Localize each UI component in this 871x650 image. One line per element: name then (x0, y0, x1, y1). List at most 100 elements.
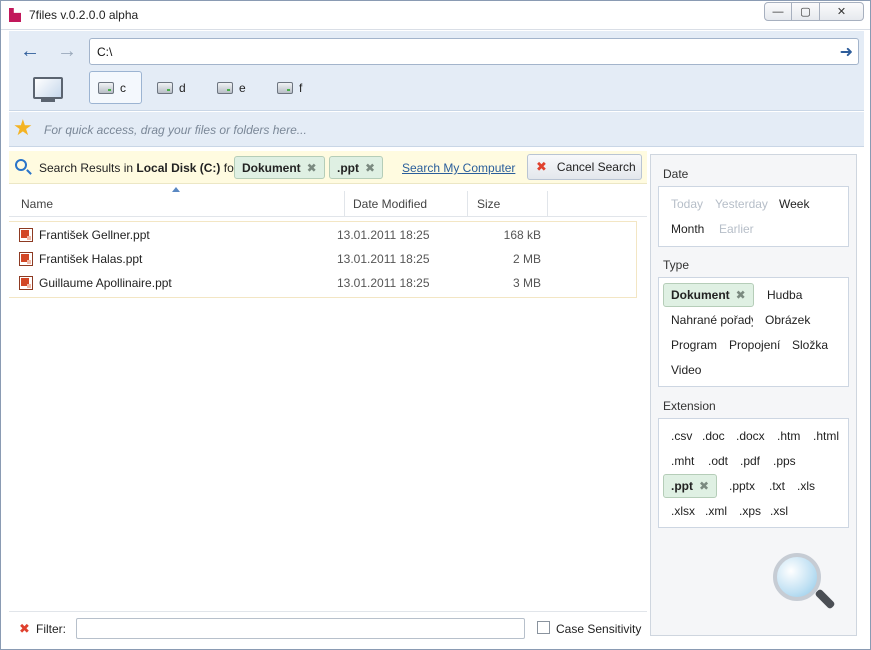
type-section-title: Type (663, 258, 690, 272)
date-option-today: Today (671, 197, 704, 211)
type-option[interactable]: Program (671, 338, 717, 352)
extension-option[interactable]: .xsl (770, 504, 788, 518)
extension-options: .csv .doc .docx .htm .html .mht .odt .pd… (658, 418, 849, 528)
remove-chip-icon[interactable]: ✖ (307, 161, 317, 175)
type-option[interactable]: Propojení (729, 338, 780, 352)
extension-option[interactable]: .xls (797, 479, 815, 493)
remove-chip-icon[interactable]: ✖ (699, 479, 709, 493)
drive-d-button[interactable]: d (157, 71, 202, 104)
search-results-bar: Search Results in Local Disk (C:) for Do… (9, 151, 647, 184)
file-date: 13.01.2011 18:25 (337, 276, 430, 290)
forward-arrow-icon[interactable]: → (56, 41, 78, 61)
column-header-date-modified[interactable]: Date Modified (353, 197, 427, 211)
extension-option[interactable]: .html (813, 429, 839, 443)
close-button[interactable]: ✕ (820, 2, 864, 21)
file-name: František Halas.ppt (39, 252, 143, 266)
filter-label: Filter: (36, 622, 66, 636)
type-option[interactable]: Obrázek (765, 313, 810, 327)
filter-input[interactable] (76, 618, 525, 639)
minimize-button[interactable]: — (764, 2, 792, 21)
date-option-month[interactable]: Month (671, 222, 704, 236)
back-arrow-icon[interactable]: ← (19, 41, 41, 61)
search-summary: Search Results in Local Disk (C:) for (39, 161, 238, 175)
cancel-search-label: Cancel Search (556, 160, 636, 174)
column-divider[interactable] (467, 191, 468, 217)
drive-bar: c d e f (9, 71, 409, 106)
column-header-size[interactable]: Size (477, 197, 500, 211)
type-option[interactable]: Hudba (767, 288, 802, 302)
column-header-name[interactable]: Name (21, 197, 53, 211)
search-my-computer-link[interactable]: Search My Computer (402, 161, 515, 175)
date-option-week[interactable]: Week (779, 197, 809, 211)
extension-option[interactable]: .odt (708, 454, 728, 468)
search-chip-ppt[interactable]: .ppt ✖ (329, 156, 384, 179)
powerpoint-file-icon (19, 276, 33, 290)
drive-icon (157, 81, 173, 94)
date-options: Today Yesterday Week Month Earlier (658, 186, 849, 247)
remove-chip-icon[interactable]: ✖ (365, 161, 375, 175)
drive-label: e (239, 80, 246, 95)
type-option[interactable]: Nahrané pořady (671, 313, 753, 327)
file-size: 3 MB (512, 276, 541, 290)
powerpoint-file-icon (19, 252, 33, 266)
drive-f-button[interactable]: f (277, 71, 322, 104)
address-bar[interactable]: C:\ ➜ (89, 38, 859, 65)
case-sensitivity-label[interactable]: Case Sensitivity (556, 622, 641, 636)
extension-option[interactable]: .csv (671, 429, 692, 443)
extension-option[interactable]: .docx (736, 429, 765, 443)
extension-option[interactable]: .xlsx (671, 504, 695, 518)
date-option-earlier: Earlier (719, 222, 754, 236)
type-option[interactable]: Video (671, 363, 701, 377)
extension-option[interactable]: .txt (769, 479, 785, 493)
search-prefix-text: Search Results in (39, 161, 134, 175)
favorites-bar[interactable]: ★ For quick access, drag your files or f… (9, 112, 864, 147)
case-sensitivity-checkbox[interactable] (537, 621, 550, 634)
extension-option[interactable]: .pptx (729, 479, 755, 493)
date-option-yesterday: Yesterday (715, 197, 768, 211)
app-window: 7files v.0.2.0.0 alpha — ▢ ✕ ← → C:\ ➜ c (0, 0, 871, 650)
clear-filter-icon[interactable]: ✖ (19, 621, 30, 637)
extension-section-title: Extension (663, 399, 716, 413)
extension-option[interactable]: .pps (773, 454, 796, 468)
extension-option[interactable]: .pdf (740, 454, 760, 468)
magnifier-icon[interactable] (773, 553, 821, 601)
search-icon (15, 159, 27, 171)
title-bar: 7files v.0.2.0.0 alpha — ▢ ✕ (1, 1, 870, 30)
extension-option[interactable]: .xml (705, 504, 727, 518)
table-row[interactable]: František Gellner.ppt 13.01.2011 18:25 1… (9, 224, 637, 246)
star-icon: ★ (13, 115, 33, 140)
filter-bar: ✖ Filter: Case Sensitivity (9, 611, 647, 644)
type-chip-dokument[interactable]: Dokument ✖ (663, 283, 754, 307)
address-text[interactable]: C:\ (97, 45, 112, 59)
extension-option[interactable]: .xps (739, 504, 761, 518)
removable-drive-icon (277, 81, 293, 94)
remove-chip-icon[interactable]: ✖ (736, 288, 746, 302)
extension-option[interactable]: .mht (671, 454, 694, 468)
table-row[interactable]: Guillaume Apollinaire.ppt 13.01.2011 18:… (9, 272, 637, 294)
windows-drive-icon (98, 81, 114, 94)
drive-icon (217, 81, 233, 94)
table-row[interactable]: František Halas.ppt 13.01.2011 18:25 2 M… (9, 248, 637, 270)
maximize-button[interactable]: ▢ (792, 2, 820, 21)
search-chip-dokument[interactable]: Dokument ✖ (234, 156, 325, 179)
file-date: 13.01.2011 18:25 (337, 252, 430, 266)
go-arrow-icon[interactable]: ➜ (840, 42, 853, 62)
navigation-bar: ← → C:\ ➜ c d e f (9, 31, 864, 111)
type-option[interactable]: Složka (792, 338, 828, 352)
column-divider[interactable] (547, 191, 548, 217)
powerpoint-file-icon (19, 228, 33, 242)
column-divider[interactable] (344, 191, 345, 217)
window-title: 7files v.0.2.0.0 alpha (29, 8, 139, 22)
extension-option[interactable]: .htm (777, 429, 800, 443)
drive-c-button[interactable]: c (89, 71, 142, 104)
cancel-search-button[interactable]: ✖ Cancel Search (527, 154, 642, 180)
file-size: 168 kB (503, 228, 541, 242)
extension-option[interactable]: .doc (702, 429, 725, 443)
extension-chip-ppt[interactable]: .ppt ✖ (663, 474, 718, 498)
chip-label: .ppt (337, 160, 359, 175)
cancel-icon: ✖ (536, 159, 547, 174)
file-name: František Gellner.ppt (39, 228, 150, 242)
search-location: Local Disk (C:) (136, 161, 221, 175)
drive-e-button[interactable]: e (217, 71, 262, 104)
computer-stand (41, 99, 55, 102)
